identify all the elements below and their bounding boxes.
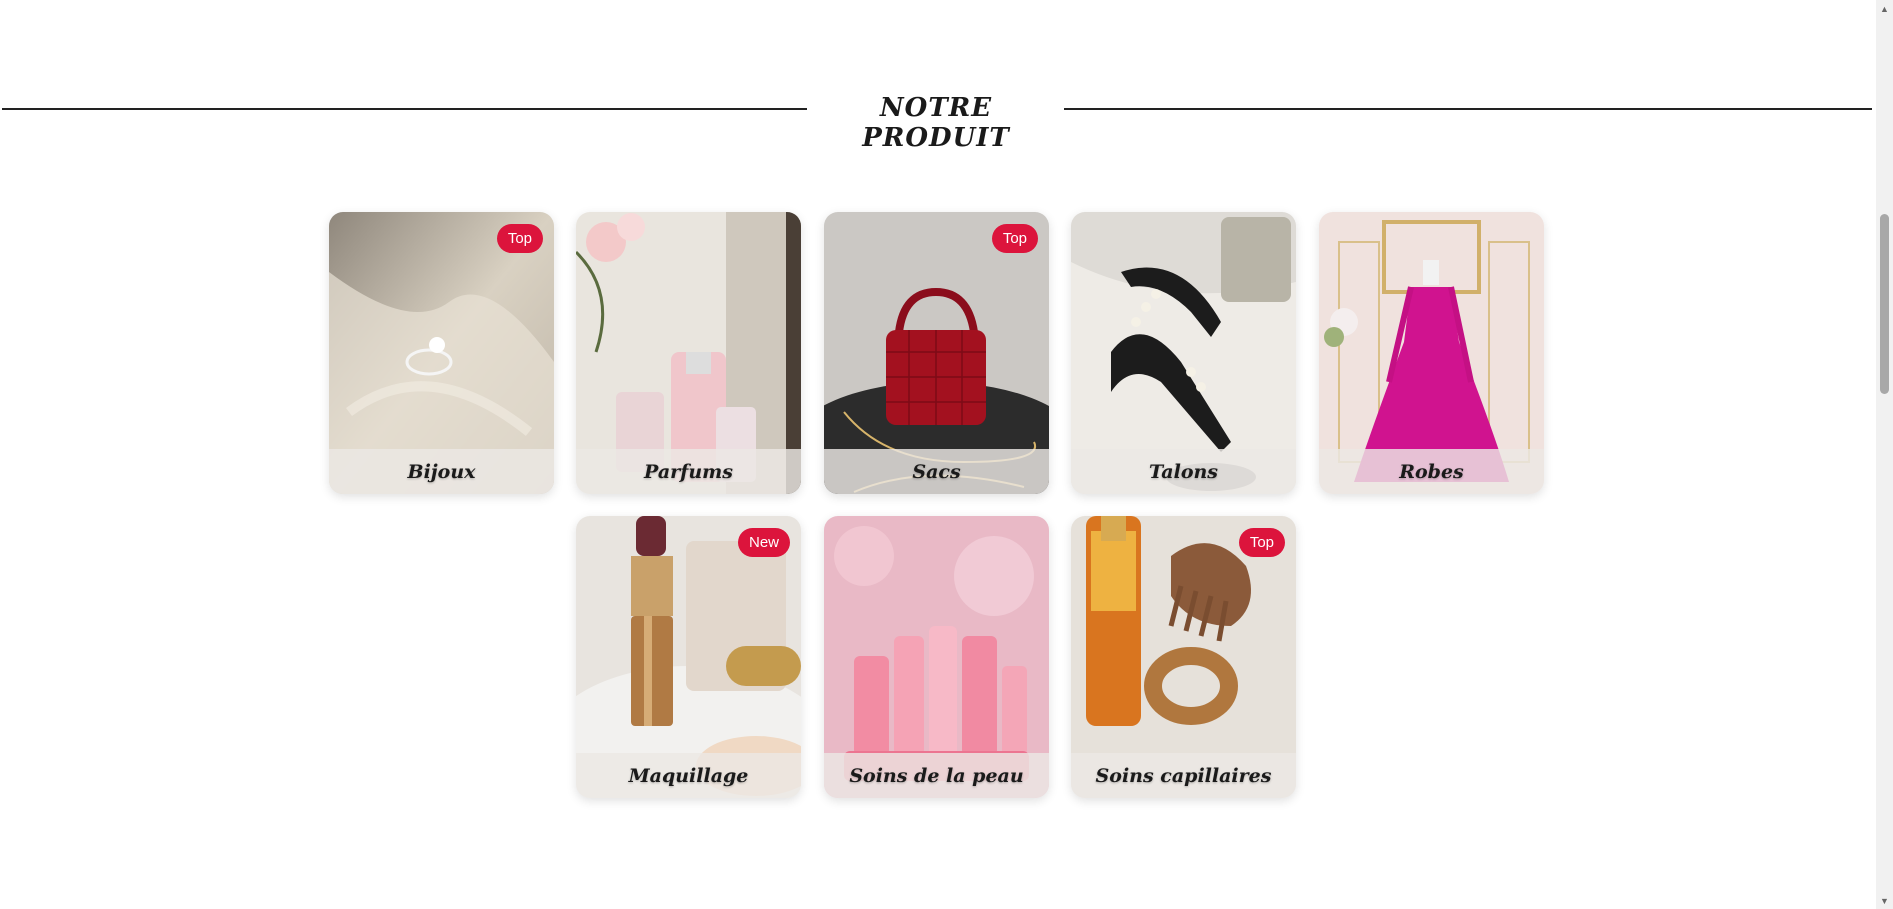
section-header: NOTRE PRODUIT — [0, 93, 1876, 153]
product-card-bijoux[interactable]: Top Bijoux — [329, 212, 554, 494]
badge-top: Top — [496, 224, 543, 253]
badge-new: New — [737, 528, 790, 557]
product-label: Soins de la peau — [824, 753, 1049, 798]
badge-top: Top — [991, 224, 1038, 253]
product-label: Talons — [1071, 449, 1296, 494]
divider-left — [2, 108, 807, 110]
triangle-down-icon[interactable]: ▼ — [1876, 892, 1893, 909]
product-card-maquillage[interactable]: New Maquillage — [576, 516, 801, 798]
vertical-scrollbar[interactable]: ▲ ▼ — [1876, 0, 1893, 909]
product-card-soins-de-la-peau[interactable]: Soins de la peau — [824, 516, 1049, 798]
page: NOTRE PRODUIT Top Bijoux Parfums Top Sac… — [0, 0, 1876, 909]
product-label: Maquillage — [576, 753, 801, 798]
product-label: Robes — [1319, 449, 1544, 494]
product-card-robes[interactable]: Robes — [1319, 212, 1544, 494]
product-label: Soins capillaires — [1071, 753, 1296, 798]
product-card-talons[interactable]: Talons — [1071, 212, 1296, 494]
section-title: NOTRE PRODUIT — [862, 93, 1010, 153]
product-card-sacs[interactable]: Top Sacs — [824, 212, 1049, 494]
triangle-up-icon[interactable]: ▲ — [1876, 0, 1893, 17]
divider-right — [1064, 108, 1872, 110]
product-card-soins-capillaires[interactable]: Top Soins capillaires — [1071, 516, 1296, 798]
product-label: Parfums — [576, 449, 801, 494]
product-label: Sacs — [824, 449, 1049, 494]
product-label: Bijoux — [329, 449, 554, 494]
product-card-parfums[interactable]: Parfums — [576, 212, 801, 494]
badge-top: Top — [1238, 528, 1285, 557]
scrollbar-thumb[interactable] — [1880, 214, 1889, 394]
